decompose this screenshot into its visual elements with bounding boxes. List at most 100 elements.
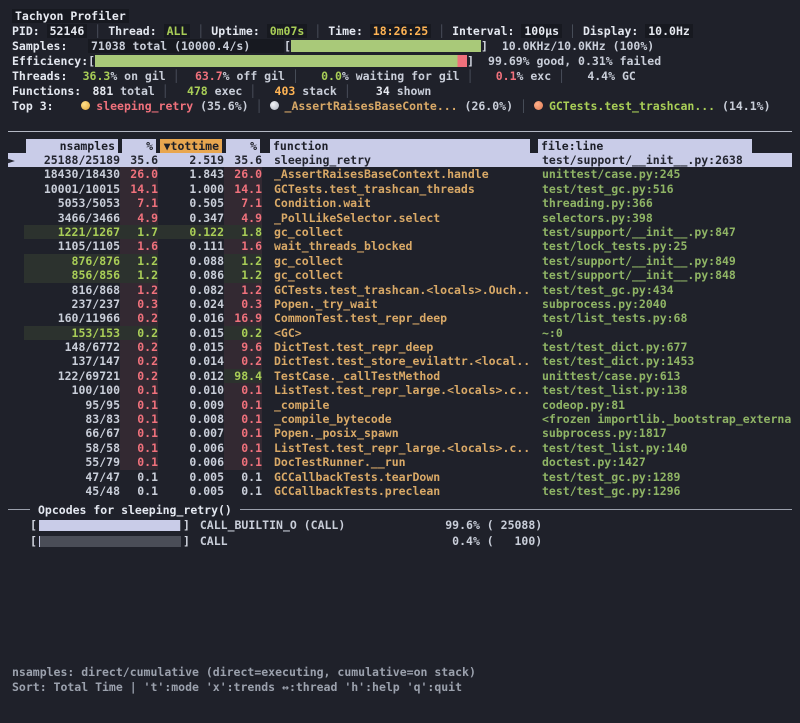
thread-stat-suffix: % exc — [517, 69, 552, 83]
table-row[interactable]: 816/8681.20.0821.2GCTests.test_trashcan.… — [8, 283, 792, 297]
cell-nsamples: 3466/3466 — [24, 211, 120, 225]
cell-function-name: sleeping_retry — [262, 153, 532, 167]
table-row[interactable]: 55/790.10.0060.1DocTestRunner.__rundocte… — [8, 455, 792, 469]
table-row[interactable]: 47/470.10.0050.1GCCallbackTests.tearDown… — [8, 470, 792, 484]
opcode-bar-close: ] — [183, 518, 190, 532]
cell-pct-cumulative: 0.1 — [224, 470, 262, 484]
status-separator: │ — [562, 24, 583, 38]
cell-pct-cumulative: 1.2 — [224, 283, 262, 297]
efficiency-label: Efficiency: — [12, 54, 88, 68]
opcode-name: CALL_BUILTIN_O (CALL) — [190, 518, 430, 532]
functions-stat-suffix: total — [113, 84, 155, 98]
column-header-pct2[interactable]: % — [224, 138, 262, 153]
functions-stat-value: 403 — [263, 84, 295, 98]
threads-separator: │ — [551, 69, 572, 83]
table-row[interactable]: 856/8561.20.0861.2gc_collecttest/support… — [8, 268, 792, 282]
cell-nsamples: 55/79 — [24, 455, 120, 469]
table-row[interactable]: ►25188/2518935.62.51935.6sleeping_retryt… — [8, 153, 792, 167]
opcode-bar — [39, 536, 181, 547]
opcode-row: []CALL_BUILTIN_O (CALL)99.6% ( 25088) — [8, 517, 792, 533]
cell-nsamples: 66/67 — [24, 426, 120, 440]
column-header-file[interactable]: file:line — [532, 138, 792, 153]
column-header-nsamples[interactable]: nsamples — [24, 138, 120, 153]
table-row[interactable]: 3466/34664.90.3474.9_PollLikeSelector.se… — [8, 211, 792, 225]
cell-file-line: test/support/__init__.py:848 — [532, 268, 792, 282]
thread-stat-value: 36.3 — [74, 69, 110, 83]
table-row[interactable]: 58/580.10.0060.1ListTest.test_repr_large… — [8, 441, 792, 455]
table-row[interactable]: 100/1000.10.0100.1ListTest.test_repr_lar… — [8, 383, 792, 397]
cell-function-name: DictTest.test_store_evilattr.<local... — [262, 354, 532, 368]
top3-function-name[interactable]: sleeping_retry — [96, 99, 193, 113]
selected-row-pointer-icon — [8, 398, 24, 412]
table-row[interactable]: 160/119660.20.01616.9CommonTest.test_rep… — [8, 311, 792, 325]
cell-nsamples: 876/876 — [24, 254, 120, 268]
table-row[interactable]: 95/950.10.0090.1_compilecodeop.py:81 — [8, 398, 792, 412]
cell-nsamples: 58/58 — [24, 441, 120, 455]
table-row[interactable]: 83/830.10.0080.1_compile_bytecode<frozen… — [8, 412, 792, 426]
cell-pct-direct: 0.2 — [120, 311, 158, 325]
cell-pct-cumulative: 1.2 — [224, 268, 262, 282]
cell-tottime: 0.015 — [158, 326, 224, 340]
cell-function-name: DocTestRunner.__run — [262, 455, 532, 469]
selected-row-pointer-icon — [8, 441, 24, 455]
cell-tottime: 0.005 — [158, 484, 224, 498]
cell-pct-cumulative: 0.1 — [224, 426, 262, 440]
top3-function-name[interactable]: GCTests.test_trashcan... — [549, 99, 715, 113]
table-row[interactable]: 10001/1001514.11.00014.1GCTests.test_tra… — [8, 182, 792, 196]
column-header-pct1[interactable]: % — [120, 138, 158, 153]
top3-function-name[interactable]: _AssertRaisesBaseConte... — [285, 99, 458, 113]
threads-separator: │ — [460, 69, 481, 83]
cell-pct-direct: 0.3 — [120, 297, 158, 311]
table-row[interactable]: 1105/11051.60.1111.6wait_threads_blocked… — [8, 239, 792, 253]
selected-row-pointer-icon — [8, 383, 24, 397]
table-row[interactable]: 148/67720.20.0159.6DictTest.test_repr_de… — [8, 340, 792, 354]
cell-tottime: 0.024 — [158, 297, 224, 311]
opcodes-section: Opcodes for sleeping_retry() []CALL_BUIL… — [8, 502, 792, 549]
cell-file-line: test/lock_tests.py:25 — [532, 239, 792, 253]
table-row[interactable]: 122/697210.20.01298.4TestCase._callTestM… — [8, 369, 792, 383]
table-row[interactable]: 237/2370.30.0240.3Popen._try_waitsubproc… — [8, 297, 792, 311]
cell-pct-direct: 7.1 — [120, 196, 158, 210]
status-separator: │ — [87, 24, 108, 38]
column-header-function[interactable]: function — [262, 138, 532, 153]
selected-row-pointer-icon — [8, 455, 24, 469]
table-row[interactable]: 45/480.10.0050.1GCCallbackTests.preclean… — [8, 484, 792, 498]
selected-row-pointer-icon — [8, 470, 24, 484]
thread-stat-value: 4.4 — [572, 69, 608, 83]
selected-row-pointer-icon — [8, 182, 24, 196]
table-row[interactable]: 1221/12671.70.1221.8gc_collecttest/suppo… — [8, 225, 792, 239]
status-value: 10.0Hz — [645, 24, 693, 38]
column-header-tottime-sorted[interactable]: ▼tottime — [158, 138, 224, 153]
cell-file-line: codeop.py:81 — [532, 398, 792, 412]
cell-pct-cumulative: 0.1 — [224, 441, 262, 455]
cell-tottime: 0.006 — [158, 441, 224, 455]
table-row[interactable]: 18430/1843026.01.84326.0_AssertRaisesBas… — [8, 167, 792, 181]
cell-nsamples: 83/83 — [24, 412, 120, 426]
cell-file-line: subprocess.py:2040 — [532, 297, 792, 311]
functions-stat-suffix: stack — [295, 84, 337, 98]
status-value: 100µs — [521, 24, 562, 38]
cell-tottime: 0.347 — [158, 211, 224, 225]
table-row[interactable]: 153/1530.20.0150.2<GC>~:0 — [8, 326, 792, 340]
selected-row-pointer-icon — [8, 196, 24, 210]
cell-file-line: test/test_dict.py:677 — [532, 340, 792, 354]
cell-nsamples: 45/48 — [24, 484, 120, 498]
thread-stat-value: 0.1 — [481, 69, 517, 83]
cell-tottime: 0.015 — [158, 340, 224, 354]
samples-bar-close: ] — [481, 39, 488, 53]
table-row[interactable]: 876/8761.20.0881.2gc_collecttest/support… — [8, 254, 792, 268]
opcodes-dash-right — [240, 509, 792, 510]
status-value: ALL — [164, 24, 191, 38]
opcodes-title: Opcodes for sleeping_retry() — [30, 503, 240, 517]
table-row[interactable]: 5053/50537.10.5057.1Condition.waitthread… — [8, 196, 792, 210]
table-row[interactable]: 137/1470.20.0140.2DictTest.test_store_ev… — [8, 354, 792, 368]
cell-function-name: Condition.wait — [262, 196, 532, 210]
selected-row-pointer-icon — [8, 426, 24, 440]
cell-file-line: test/support/__init__.py:847 — [532, 225, 792, 239]
samples-rate: 10.0KHz/10.0KHz (100%) — [488, 39, 654, 53]
functions-separator: │ — [242, 84, 263, 98]
top3-percentage: (14.1%) — [715, 99, 770, 113]
table-row[interactable]: 66/670.10.0070.1Popen._posix_spawnsubpro… — [8, 426, 792, 440]
cell-pct-cumulative: 0.1 — [224, 455, 262, 469]
functions-separator: │ — [337, 84, 358, 98]
